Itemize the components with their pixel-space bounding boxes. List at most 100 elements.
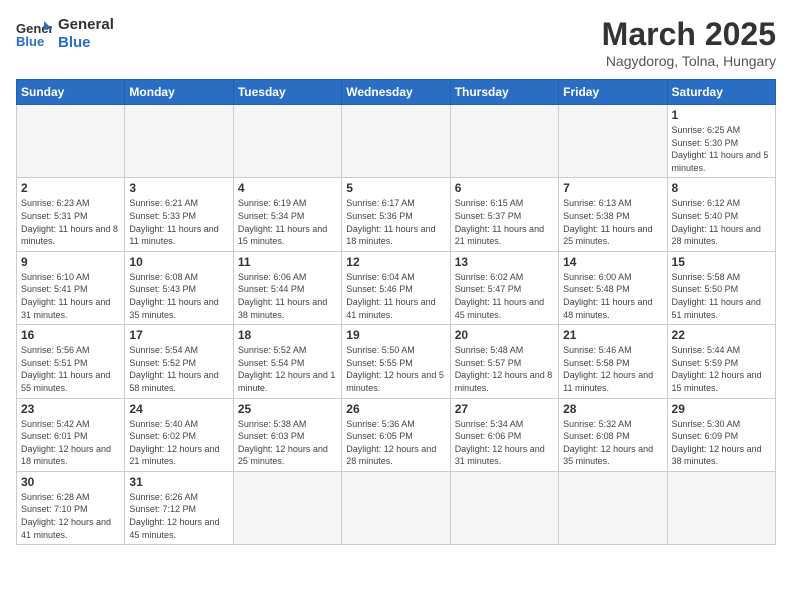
day-info: Sunrise: 6:19 AM Sunset: 5:34 PM Dayligh… [238,197,337,247]
calendar-cell: 8 Sunrise: 6:12 AM Sunset: 5:40 PM Daylig… [667,178,775,251]
day-number: 5 [346,181,445,195]
day-number: 8 [672,181,771,195]
day-info: Sunrise: 5:38 AM Sunset: 6:03 PM Dayligh… [238,418,337,468]
day-info: Sunrise: 5:42 AM Sunset: 6:01 PM Dayligh… [21,418,120,468]
calendar-subtitle: Nagydorog, Tolna, Hungary [602,53,776,69]
day-number: 17 [129,328,228,342]
calendar-cell: 6Sunrise: 6:15 AM Sunset: 5:37 PM Daylig… [450,178,558,251]
day-number: 20 [455,328,554,342]
logo-general-text: General [58,16,114,34]
day-info: Sunrise: 6:10 AM Sunset: 5:41 PM Dayligh… [21,271,120,321]
calendar-cell: 20 Sunrise: 5:48 AM Sunset: 5:57 PM Dayli… [450,325,558,398]
day-number: 21 [563,328,662,342]
day-number: 30 [21,475,120,489]
calendar-cell [667,471,775,544]
calendar-cell: 29 Sunrise: 5:30 AM Sunset: 6:09 PM Dayli… [667,398,775,471]
day-number: 10 [129,255,228,269]
calendar-cell: 7Sunrise: 6:13 AM Sunset: 5:38 PM Daylig… [559,178,667,251]
weekday-header-friday: Friday [559,80,667,105]
day-number: 9 [21,255,120,269]
day-number: 29 [672,402,771,416]
day-info: Sunrise: 6:21 AM Sunset: 5:33 PM Dayligh… [129,197,228,247]
calendar-week-row: 23 Sunrise: 5:42 AM Sunset: 6:01 PM Dayli… [17,398,776,471]
calendar-cell [125,105,233,178]
calendar-cell [342,471,450,544]
calendar-cell [233,471,341,544]
day-number: 12 [346,255,445,269]
day-number: 26 [346,402,445,416]
calendar-cell: 14 Sunrise: 6:00 AM Sunset: 5:48 PM Dayli… [559,251,667,324]
calendar-cell: 31Sunrise: 6:26 AM Sunset: 7:12 PM Dayli… [125,471,233,544]
weekday-header-monday: Monday [125,80,233,105]
day-number: 18 [238,328,337,342]
day-info: Sunrise: 6:06 AM Sunset: 5:44 PM Dayligh… [238,271,337,321]
day-info: Sunrise: 6:00 AM Sunset: 5:48 PM Dayligh… [563,271,662,321]
day-info: Sunrise: 6:02 AM Sunset: 5:47 PM Dayligh… [455,271,554,321]
svg-text:Blue: Blue [16,34,44,49]
day-number: 2 [21,181,120,195]
weekday-header-thursday: Thursday [450,80,558,105]
logo: General Blue General Blue [16,16,114,52]
calendar-cell: 16 Sunrise: 5:56 AM Sunset: 5:51 PM Dayli… [17,325,125,398]
calendar-cell [17,105,125,178]
day-info: Sunrise: 5:36 AM Sunset: 6:05 PM Dayligh… [346,418,445,468]
weekday-header-wednesday: Wednesday [342,80,450,105]
calendar-week-row: 16 Sunrise: 5:56 AM Sunset: 5:51 PM Dayli… [17,325,776,398]
day-number: 13 [455,255,554,269]
weekday-header-tuesday: Tuesday [233,80,341,105]
day-info: Sunrise: 5:44 AM Sunset: 5:59 PM Dayligh… [672,344,771,394]
calendar-cell: 5Sunrise: 6:17 AM Sunset: 5:36 PM Daylig… [342,178,450,251]
day-number: 14 [563,255,662,269]
page-header: General Blue General Blue March 2025 Nag… [16,16,776,69]
day-number: 3 [129,181,228,195]
calendar-cell [342,105,450,178]
day-info: Sunrise: 6:28 AM Sunset: 7:10 PM Dayligh… [21,491,120,541]
calendar-cell [450,471,558,544]
day-info: Sunrise: 5:52 AM Sunset: 5:54 PM Dayligh… [238,344,337,394]
calendar-cell: 19Sunrise: 5:50 AM Sunset: 5:55 PM Dayli… [342,325,450,398]
day-info: Sunrise: 6:26 AM Sunset: 7:12 PM Dayligh… [129,491,228,541]
calendar-cell: 28 Sunrise: 5:32 AM Sunset: 6:08 PM Dayli… [559,398,667,471]
calendar-table: SundayMondayTuesdayWednesdayThursdayFrid… [16,79,776,545]
calendar-cell: 24Sunrise: 5:40 AM Sunset: 6:02 PM Dayli… [125,398,233,471]
weekday-header-saturday: Saturday [667,80,775,105]
calendar-title: March 2025 [602,16,776,53]
calendar-cell: 12Sunrise: 6:04 AM Sunset: 5:46 PM Dayli… [342,251,450,324]
day-number: 19 [346,328,445,342]
calendar-cell: 3 Sunrise: 6:21 AM Sunset: 5:33 PM Daylig… [125,178,233,251]
calendar-cell [450,105,558,178]
day-number: 6 [455,181,554,195]
calendar-cell: 1Sunrise: 6:25 AM Sunset: 5:30 PM Daylig… [667,105,775,178]
calendar-cell: 2 Sunrise: 6:23 AM Sunset: 5:31 PM Daylig… [17,178,125,251]
day-info: Sunrise: 6:12 AM Sunset: 5:40 PM Dayligh… [672,197,771,247]
calendar-cell: 9 Sunrise: 6:10 AM Sunset: 5:41 PM Daylig… [17,251,125,324]
day-info: Sunrise: 5:56 AM Sunset: 5:51 PM Dayligh… [21,344,120,394]
day-info: Sunrise: 6:23 AM Sunset: 5:31 PM Dayligh… [21,197,120,247]
calendar-cell: 13 Sunrise: 6:02 AM Sunset: 5:47 PM Dayli… [450,251,558,324]
title-area: March 2025 Nagydorog, Tolna, Hungary [602,16,776,69]
day-number: 1 [672,108,771,122]
day-number: 16 [21,328,120,342]
logo-blue-text: Blue [58,34,114,52]
day-info: Sunrise: 6:08 AM Sunset: 5:43 PM Dayligh… [129,271,228,321]
day-number: 25 [238,402,337,416]
weekday-header-sunday: Sunday [17,80,125,105]
calendar-cell: 15Sunrise: 5:58 AM Sunset: 5:50 PM Dayli… [667,251,775,324]
day-info: Sunrise: 5:30 AM Sunset: 6:09 PM Dayligh… [672,418,771,468]
calendar-cell: 10 Sunrise: 6:08 AM Sunset: 5:43 PM Dayli… [125,251,233,324]
calendar-cell: 21Sunrise: 5:46 AM Sunset: 5:58 PM Dayli… [559,325,667,398]
day-info: Sunrise: 5:48 AM Sunset: 5:57 PM Dayligh… [455,344,554,394]
day-number: 23 [21,402,120,416]
calendar-cell: 23 Sunrise: 5:42 AM Sunset: 6:01 PM Dayli… [17,398,125,471]
calendar-header: SundayMondayTuesdayWednesdayThursdayFrid… [17,80,776,105]
day-number: 7 [563,181,662,195]
calendar-cell: 25 Sunrise: 5:38 AM Sunset: 6:03 PM Dayli… [233,398,341,471]
day-info: Sunrise: 5:32 AM Sunset: 6:08 PM Dayligh… [563,418,662,468]
calendar-cell: 11 Sunrise: 6:06 AM Sunset: 5:44 PM Dayli… [233,251,341,324]
calendar-cell [233,105,341,178]
day-number: 11 [238,255,337,269]
logo-icon: General Blue [16,19,52,49]
day-number: 15 [672,255,771,269]
day-info: Sunrise: 5:40 AM Sunset: 6:02 PM Dayligh… [129,418,228,468]
day-number: 28 [563,402,662,416]
